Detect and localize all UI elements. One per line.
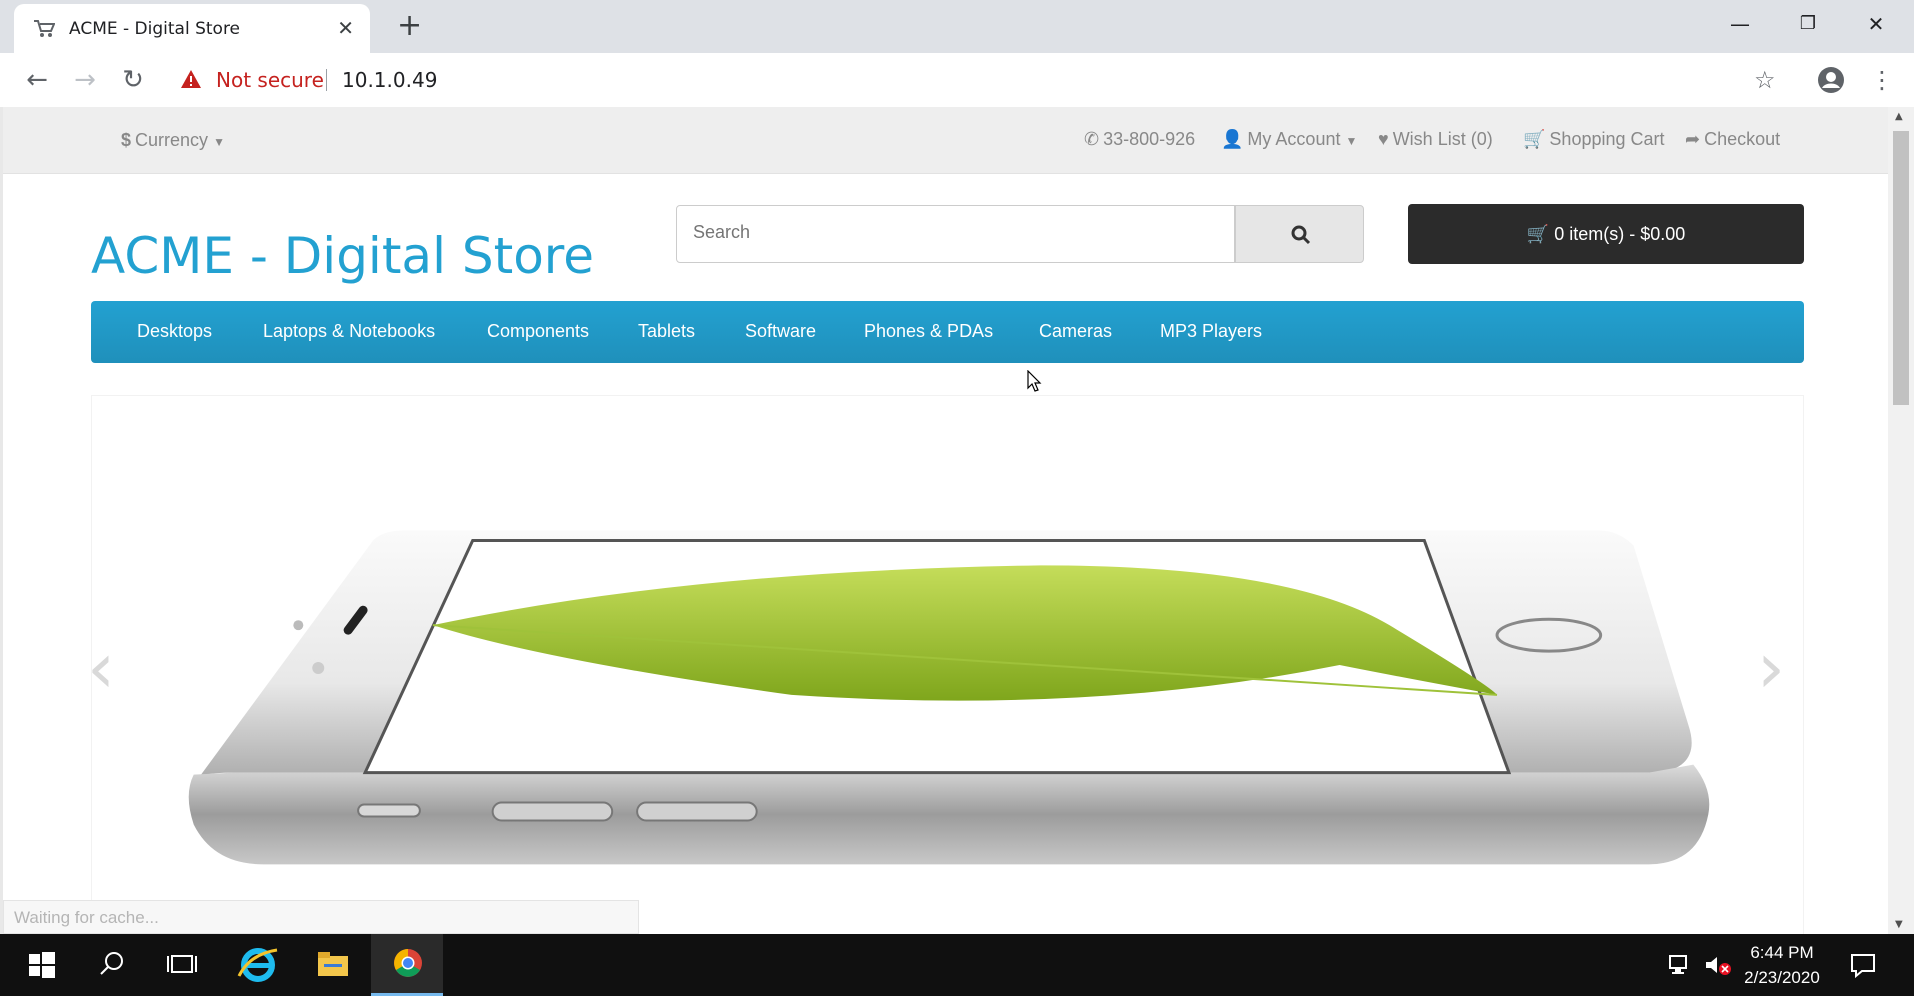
task-view-icon[interactable]: [150, 934, 216, 996]
forward-icon[interactable]: →: [70, 65, 100, 95]
status-bubble: Waiting for cache...: [3, 900, 639, 934]
scroll-up-icon[interactable]: ▲: [1895, 111, 1903, 122]
chrome-taskbar-button[interactable]: [371, 934, 443, 996]
menu-item-components[interactable]: Components: [487, 321, 589, 342]
search-icon[interactable]: [78, 934, 144, 996]
checkout-label: Checkout: [1704, 129, 1781, 149]
browser-tab-strip: ACME - Digital Store ✕ + — ❐ ✕: [0, 0, 1914, 53]
tab-title: ACME - Digital Store: [69, 19, 241, 39]
caret-down-icon: ▼: [213, 135, 225, 149]
checkout-link[interactable]: ➦ Checkout: [1685, 129, 1780, 150]
scroll-thumb[interactable]: [1893, 131, 1909, 405]
menu-item-mp3-players[interactable]: MP3 Players: [1160, 321, 1262, 342]
scroll-down-icon[interactable]: ▼: [1895, 919, 1903, 930]
phone-product-image[interactable]: [92, 396, 1803, 934]
chevron-left-icon[interactable]: ‹: [87, 633, 115, 703]
cart-summary: 0 item(s) - $0.00: [1554, 224, 1686, 244]
caret-down-icon: ▼: [1345, 134, 1358, 148]
store-logo[interactable]: ACME - Digital Store: [91, 227, 594, 285]
taskbar-clock[interactable]: 6:44 PM 2/23/2020: [1732, 940, 1832, 990]
store-top-bar: $ Currency ▼ ✆ 33-800-926 👤 My Account ▼ ♥ W…: [3, 107, 1888, 174]
menu-item-software[interactable]: Software: [745, 321, 816, 342]
search-input[interactable]: [693, 222, 1213, 243]
warning-icon: [181, 70, 201, 88]
clock-date: 2/23/2020: [1744, 968, 1820, 987]
omnibox-divider: [326, 69, 327, 91]
my-account-dropdown[interactable]: 👤 My Account ▼: [1221, 129, 1357, 150]
star-icon[interactable]: ☆: [1754, 65, 1776, 95]
shopping-cart-icon: 🛒: [1523, 129, 1546, 149]
menu-item-desktops[interactable]: Desktops: [137, 321, 212, 342]
menu-dots-icon[interactable]: ⋮: [1870, 65, 1894, 95]
profile-icon[interactable]: [1817, 66, 1845, 94]
file-explorer-icon[interactable]: [300, 934, 366, 996]
close-icon[interactable]: ✕: [337, 16, 354, 40]
search-field[interactable]: [676, 205, 1235, 263]
menu-item-laptops-notebooks[interactable]: Laptops & Notebooks: [263, 321, 435, 342]
search-icon: [1291, 225, 1311, 245]
phone-number: 33-800-926: [1103, 129, 1196, 149]
mouse-cursor-icon: [1027, 370, 1042, 392]
plus-icon[interactable]: +: [397, 8, 422, 44]
wishlist-link[interactable]: ♥ Wish List (0): [1378, 129, 1493, 150]
internet-explorer-icon[interactable]: [225, 934, 291, 996]
shopping-cart-icon: 🛒: [1526, 224, 1550, 244]
dollar-icon: $: [121, 130, 132, 150]
phone-icon: ✆: [1084, 129, 1100, 149]
currency-dropdown[interactable]: $ Currency ▼: [121, 130, 225, 151]
phone-link[interactable]: ✆ 33-800-926: [1084, 129, 1195, 150]
category-menu: Desktops Laptops & Notebooks Components …: [91, 301, 1804, 363]
security-indicator[interactable]: Not secure: [216, 68, 324, 92]
share-icon: ➦: [1685, 129, 1701, 149]
shopping-cart-link[interactable]: 🛒 Shopping Cart: [1523, 129, 1665, 150]
windows-taskbar: 6:44 PM 2/23/2020: [0, 934, 1914, 996]
page-scrollbar[interactable]: ▲ ▼: [1888, 107, 1914, 934]
chrome-icon: [394, 949, 422, 977]
restore-icon[interactable]: ❐: [1786, 8, 1830, 40]
volume-muted-icon[interactable]: [1704, 954, 1732, 976]
clock-time: 6:44 PM: [1750, 943, 1814, 962]
shopping-cart-icon: [34, 20, 55, 37]
chevron-right-icon[interactable]: ›: [1757, 633, 1785, 703]
url-text[interactable]: 10.1.0.49: [342, 68, 437, 92]
search-button[interactable]: [1235, 205, 1364, 263]
my-account-label: My Account: [1247, 129, 1341, 149]
page-viewport: $ Currency ▼ ✆ 33-800-926 👤 My Account ▼ ♥ W…: [0, 107, 1888, 934]
address-bar[interactable]: Not secure 10.1.0.49: [168, 61, 1768, 99]
menu-item-tablets[interactable]: Tablets: [638, 321, 695, 342]
menu-item-cameras[interactable]: Cameras: [1039, 321, 1112, 342]
reload-icon[interactable]: ↻: [118, 65, 148, 95]
user-icon: 👤: [1221, 129, 1244, 149]
wishlist-label: Wish List (0): [1392, 129, 1493, 149]
browser-toolbar: ← → ↻ Not secure 10.1.0.49 ☆ ⋮: [0, 53, 1914, 108]
notification-icon[interactable]: [1850, 952, 1876, 978]
cart-button[interactable]: 🛒 0 item(s) - $0.00: [1408, 204, 1804, 264]
window-close-icon[interactable]: ✕: [1854, 8, 1898, 40]
browser-tab[interactable]: ACME - Digital Store ✕: [14, 4, 370, 53]
windows-icon[interactable]: [8, 934, 74, 996]
hero-slideshow: ‹ ›: [87, 395, 1804, 934]
shopping-cart-label: Shopping Cart: [1549, 129, 1665, 149]
currency-label: Currency: [135, 130, 209, 150]
heart-icon: ♥: [1378, 129, 1389, 149]
menu-item-phones-pdas[interactable]: Phones & PDAs: [864, 321, 993, 342]
back-icon[interactable]: ←: [22, 65, 52, 95]
minimize-icon[interactable]: —: [1718, 8, 1762, 40]
network-icon[interactable]: [1668, 954, 1694, 976]
